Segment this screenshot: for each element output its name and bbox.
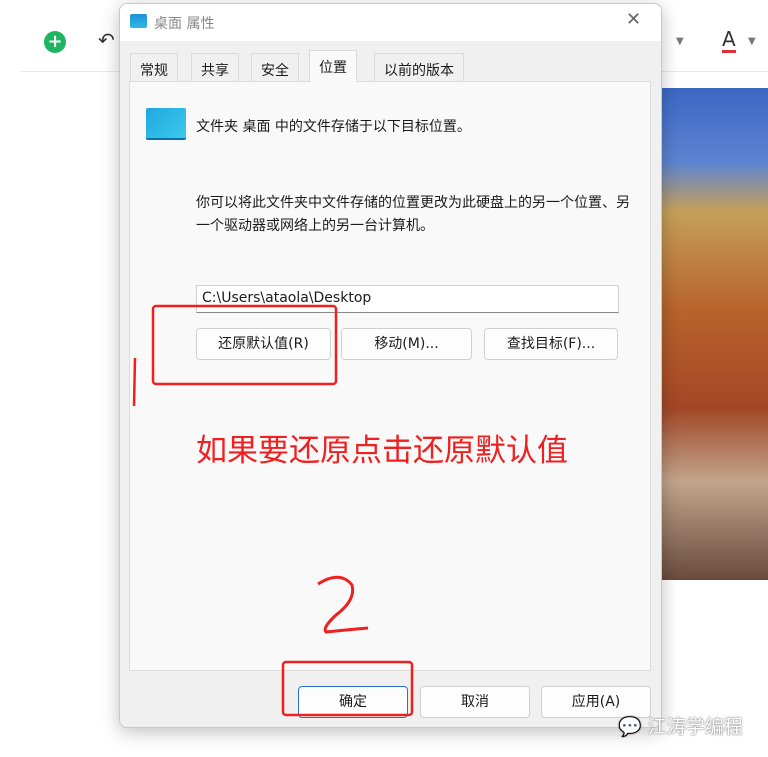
undo-icon[interactable]: ↶ [98, 28, 115, 52]
font-color-button[interactable]: A [722, 28, 736, 53]
watermark: 💬 江涛学编程 [618, 712, 743, 739]
chevron-down-icon[interactable]: ▼ [748, 36, 756, 47]
cancel-button[interactable]: 取消 [420, 686, 530, 718]
location-info: 文件夹 桌面 中的文件存储于以下目标位置。 [196, 119, 471, 135]
watermark-text: 江涛学编程 [647, 716, 743, 738]
tab-security[interactable]: 安全 [251, 53, 299, 81]
restore-default-button[interactable]: 还原默认值(R) [196, 328, 331, 360]
wechat-icon: 💬 [618, 716, 642, 738]
tab-previous-versions[interactable]: 以前的版本 [374, 53, 464, 81]
move-button[interactable]: 移动(M)... [341, 328, 472, 360]
close-button[interactable]: ✕ [626, 9, 641, 30]
annotation-text: 如果要还原点击还原默认值 [196, 433, 568, 469]
folder-icon [146, 108, 186, 138]
dialog-title: 桌面 属性 [154, 16, 215, 32]
location-description: 你可以将此文件夹中文件存储的位置更改为此硬盘上的另一个位置、另一个驱动器或网络上… [196, 195, 630, 234]
add-button[interactable]: + [44, 31, 66, 53]
pagoda-photo [662, 88, 768, 580]
ok-button[interactable]: 确定 [298, 686, 408, 718]
title-bar: 桌面 属性 ✕ [120, 4, 661, 41]
tab-sharing[interactable]: 共享 [191, 53, 239, 81]
tab-general[interactable]: 常规 [130, 53, 178, 81]
find-target-button[interactable]: 查找目标(F)... [484, 328, 618, 360]
location-panel: 文件夹 桌面 中的文件存储于以下目标位置。 你可以将此文件夹中文件存储的位置更改… [129, 81, 651, 671]
chevron-down-icon[interactable]: ▼ [676, 36, 684, 47]
path-input[interactable]: C:\Users\ataola\Desktop [196, 285, 619, 313]
tab-location[interactable]: 位置 [309, 50, 357, 82]
folder-icon [130, 14, 147, 28]
properties-dialog: 桌面 属性 ✕ 常规 共享 安全 文件夹 桌面 中的文件存储于以下目标位置。 你… [119, 3, 662, 728]
